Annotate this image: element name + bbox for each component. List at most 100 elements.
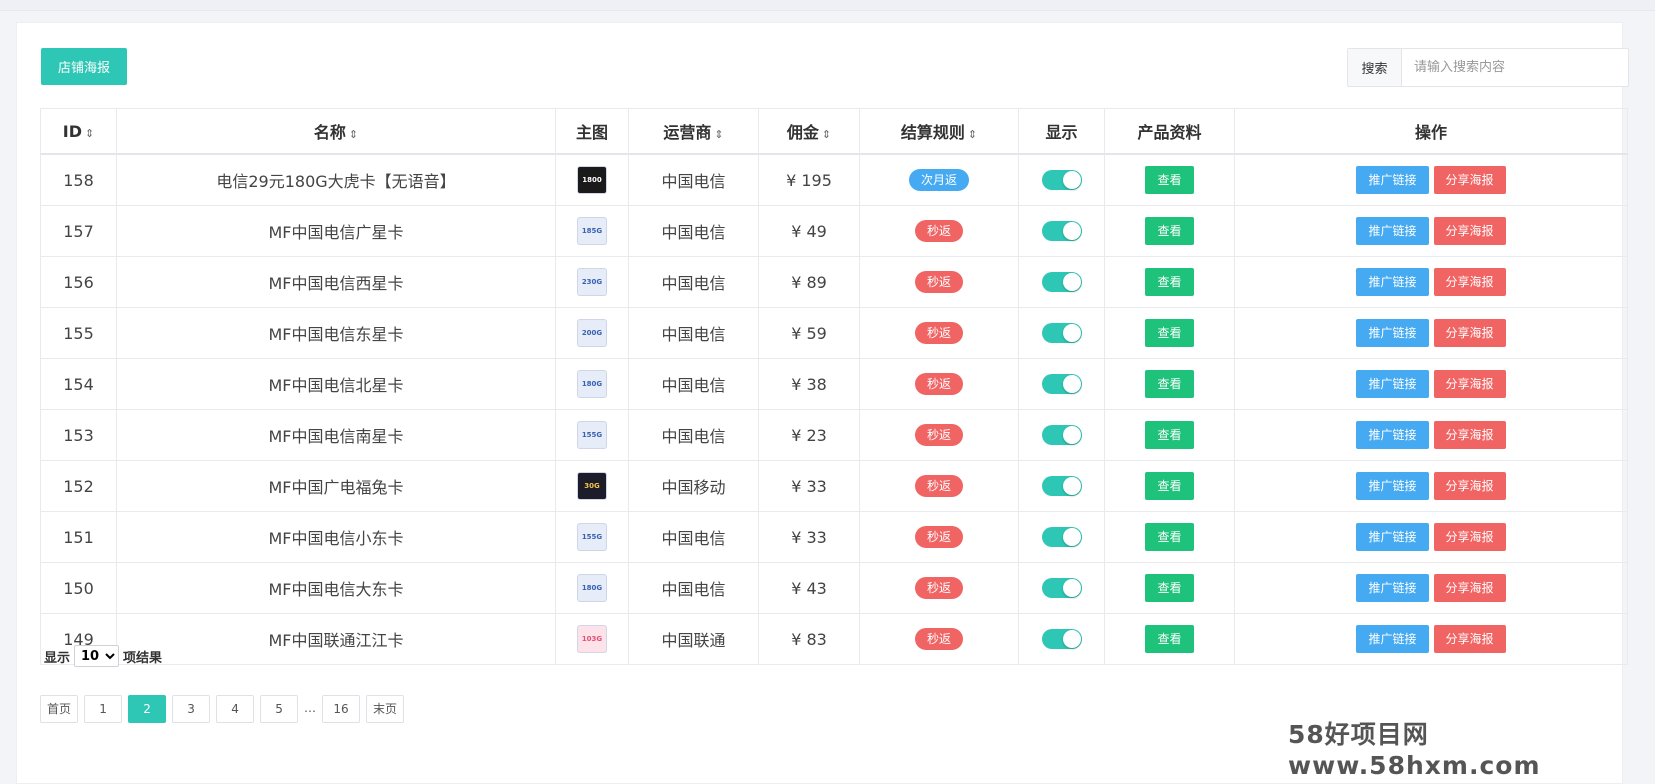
product-thumbnail[interactable]: 30G bbox=[578, 473, 606, 499]
share-poster-button[interactable]: 分享海报 bbox=[1433, 625, 1506, 653]
product-thumbnail[interactable]: 185G bbox=[578, 218, 606, 244]
cell-ops: 推广链接 分享海报 bbox=[1234, 307, 1628, 359]
pagination-item[interactable]: 末页 bbox=[366, 695, 405, 723]
table-row: 156 MF中国电信西星卡 230G 中国电信 ¥ 89 秒返 查看 推广链接 … bbox=[40, 256, 1628, 308]
display-toggle[interactable] bbox=[1041, 527, 1082, 548]
sort-updown-icon[interactable]: ⇕ bbox=[85, 127, 94, 140]
share-poster-button[interactable]: 分享海报 bbox=[1433, 268, 1506, 296]
pagination-item[interactable]: 首页 bbox=[40, 695, 79, 723]
cell-carrier: 中国电信 bbox=[628, 153, 759, 206]
share-poster-button[interactable]: 分享海报 bbox=[1433, 472, 1506, 500]
cell-name: MF中国电信大东卡 bbox=[116, 562, 556, 614]
display-toggle[interactable] bbox=[1041, 272, 1082, 293]
view-button[interactable]: 查看 bbox=[1145, 625, 1194, 653]
display-toggle[interactable] bbox=[1041, 476, 1082, 497]
cell-rule: 秒返 bbox=[859, 562, 1019, 614]
view-button[interactable]: 查看 bbox=[1145, 166, 1194, 194]
promo-link-button[interactable]: 推广链接 bbox=[1356, 319, 1429, 347]
sort-updown-icon[interactable]: ⇕ bbox=[968, 128, 977, 141]
cell-info: 查看 bbox=[1104, 358, 1235, 410]
table-row: 157 MF中国电信广星卡 185G 中国电信 ¥ 49 秒返 查看 推广链接 … bbox=[40, 205, 1628, 257]
product-thumbnail[interactable]: 155G bbox=[578, 422, 606, 448]
store-poster-button[interactable]: 店铺海报 bbox=[41, 48, 127, 85]
share-poster-button[interactable]: 分享海报 bbox=[1433, 217, 1506, 245]
display-toggle[interactable] bbox=[1041, 170, 1082, 191]
table-row: 153 MF中国电信南星卡 155G 中国电信 ¥ 23 秒返 查看 推广链接 … bbox=[40, 409, 1628, 461]
column-header-name[interactable]: 名称 ⇕ bbox=[116, 108, 556, 155]
display-toggle[interactable] bbox=[1041, 374, 1082, 395]
page-size-select[interactable]: 10 bbox=[74, 645, 120, 667]
promo-link-button[interactable]: 推广链接 bbox=[1356, 268, 1429, 296]
pagination: 首页 1 2 3 4 5… 16 末页 bbox=[40, 695, 405, 723]
pagination-item[interactable]: 16 bbox=[322, 695, 361, 723]
cell-ops: 推广链接 分享海报 bbox=[1234, 153, 1628, 206]
share-poster-button[interactable]: 分享海报 bbox=[1433, 166, 1506, 194]
display-toggle[interactable] bbox=[1041, 629, 1082, 650]
product-thumbnail[interactable]: 103G bbox=[578, 626, 606, 652]
share-poster-button[interactable]: 分享海报 bbox=[1433, 421, 1506, 449]
promo-link-button[interactable]: 推广链接 bbox=[1356, 523, 1429, 551]
view-button[interactable]: 查看 bbox=[1145, 472, 1194, 500]
cell-name: MF中国电信小东卡 bbox=[116, 511, 556, 563]
share-poster-button[interactable]: 分享海报 bbox=[1433, 523, 1506, 551]
toggle-knob bbox=[1062, 171, 1081, 190]
display-toggle[interactable] bbox=[1041, 323, 1082, 344]
column-header-commission[interactable]: 佣金 ⇕ bbox=[758, 108, 860, 155]
display-toggle[interactable] bbox=[1041, 221, 1082, 242]
column-header-id[interactable]: ID ⇕ bbox=[40, 108, 117, 155]
page-size-control: 显示 10 项结果 bbox=[44, 645, 162, 667]
pagination-item[interactable]: 1 bbox=[84, 695, 123, 723]
column-header-name-label: 名称 bbox=[313, 123, 346, 142]
sort-updown-icon[interactable]: ⇕ bbox=[349, 128, 358, 141]
column-header-rule[interactable]: 结算规则 ⇕ bbox=[859, 108, 1019, 155]
cell-ops: 推广链接 分享海报 bbox=[1234, 511, 1628, 563]
view-button[interactable]: 查看 bbox=[1145, 523, 1194, 551]
promo-link-button[interactable]: 推广链接 bbox=[1356, 472, 1429, 500]
cell-carrier: 中国电信 bbox=[628, 256, 759, 308]
row-actions: 推广链接 分享海报 bbox=[1235, 268, 1627, 296]
promo-link-button[interactable]: 推广链接 bbox=[1356, 574, 1429, 602]
product-thumbnail[interactable]: 230G bbox=[578, 269, 606, 295]
pagination-item[interactable]: 5 bbox=[260, 695, 299, 723]
share-poster-button[interactable]: 分享海报 bbox=[1433, 370, 1506, 398]
product-thumbnail[interactable]: 180G bbox=[578, 575, 606, 601]
view-button[interactable]: 查看 bbox=[1145, 421, 1194, 449]
share-poster-button[interactable]: 分享海报 bbox=[1433, 574, 1506, 602]
pagination-item[interactable]: 4 bbox=[216, 695, 255, 723]
sort-updown-icon[interactable]: ⇕ bbox=[822, 128, 831, 141]
promo-link-button[interactable]: 推广链接 bbox=[1356, 166, 1429, 194]
pagination-item[interactable]: 3 bbox=[172, 695, 211, 723]
pagination-item[interactable]: 2 bbox=[128, 695, 167, 723]
watermark-text: 58好项目网www.58hxm.com bbox=[1288, 720, 1541, 780]
product-thumbnail[interactable]: 1800 bbox=[578, 167, 606, 193]
cell-commission: ¥ 89 bbox=[758, 256, 860, 308]
product-thumbnail[interactable]: 180G bbox=[578, 371, 606, 397]
row-actions: 推广链接 分享海报 bbox=[1235, 472, 1627, 500]
table-row: 150 MF中国电信大东卡 180G 中国电信 ¥ 43 秒返 查看 推广链接 … bbox=[40, 562, 1628, 614]
search-label: 搜索 bbox=[1348, 49, 1402, 86]
view-button[interactable]: 查看 bbox=[1145, 268, 1194, 296]
cell-ops: 推广链接 分享海报 bbox=[1234, 562, 1628, 614]
cell-image: 180G bbox=[555, 358, 629, 410]
view-button[interactable]: 查看 bbox=[1145, 574, 1194, 602]
cell-display bbox=[1018, 256, 1105, 308]
product-thumbnail[interactable]: 155G bbox=[578, 524, 606, 550]
share-poster-button[interactable]: 分享海报 bbox=[1433, 319, 1506, 347]
cell-id: 157 bbox=[40, 205, 117, 257]
promo-link-button[interactable]: 推广链接 bbox=[1356, 421, 1429, 449]
row-actions: 推广链接 分享海报 bbox=[1235, 421, 1627, 449]
display-toggle[interactable] bbox=[1041, 425, 1082, 446]
product-thumbnail[interactable]: 200G bbox=[578, 320, 606, 346]
view-button[interactable]: 查看 bbox=[1145, 319, 1194, 347]
promo-link-button[interactable]: 推广链接 bbox=[1356, 217, 1429, 245]
promo-link-button[interactable]: 推广链接 bbox=[1356, 370, 1429, 398]
toggle-knob bbox=[1062, 477, 1081, 496]
view-button[interactable]: 查看 bbox=[1145, 217, 1194, 245]
cell-commission: ¥ 33 bbox=[758, 511, 860, 563]
view-button[interactable]: 查看 bbox=[1145, 370, 1194, 398]
column-header-carrier[interactable]: 运营商 ⇕ bbox=[628, 108, 759, 155]
sort-updown-icon[interactable]: ⇕ bbox=[714, 128, 723, 141]
search-input[interactable] bbox=[1402, 49, 1628, 86]
display-toggle[interactable] bbox=[1041, 578, 1082, 599]
promo-link-button[interactable]: 推广链接 bbox=[1356, 625, 1429, 653]
